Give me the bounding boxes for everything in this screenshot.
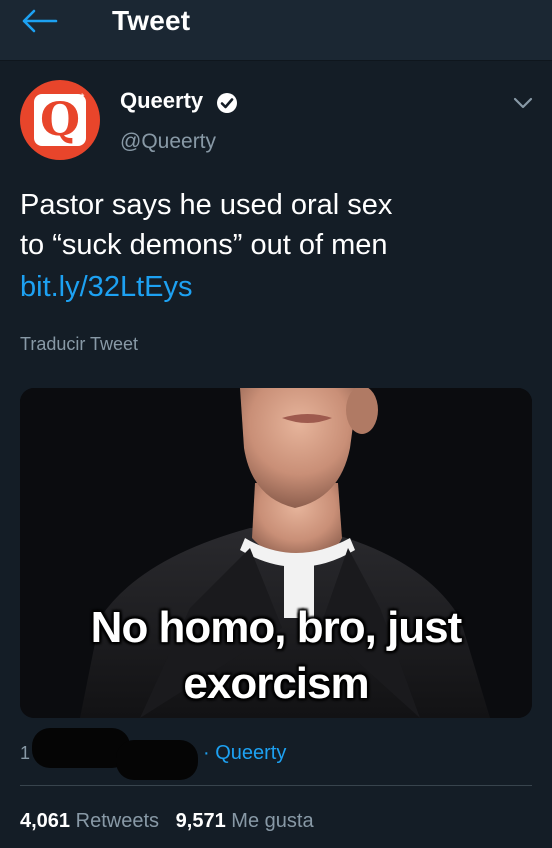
avatar[interactable]: Q *	[20, 80, 100, 160]
caption-line: exorcism	[183, 659, 369, 708]
tweet-meta: 1 · Queerty	[20, 728, 540, 780]
top-bar: Tweet	[0, 0, 552, 61]
avatar-logo-letter: Q	[39, 92, 81, 146]
translate-tweet-link[interactable]: Traducir Tweet	[20, 334, 138, 355]
retweets-stat[interactable]: 4,061 Retweets	[20, 810, 159, 832]
retweets-label: Retweets	[75, 810, 159, 832]
tweet-link[interactable]: bit.ly/32LtEys	[20, 267, 192, 307]
more-options-button[interactable]	[510, 92, 536, 114]
media-caption: No homo, bro, just exorcism	[20, 600, 532, 712]
page-title: Tweet	[112, 5, 191, 36]
arrow-left-icon	[22, 9, 58, 33]
tweet-text: Pastor says he used oral sex to “suck de…	[20, 185, 520, 265]
likes-label: Me gusta	[231, 810, 314, 832]
tweet-stats: 4,061 Retweets 9,571 Me gusta	[20, 810, 314, 833]
avatar-logo-mark: *	[80, 92, 85, 104]
likes-stat[interactable]: 9,571 Me gusta	[176, 810, 314, 832]
tweet-text-line: to “suck demons” out of men	[20, 229, 388, 261]
divider	[20, 785, 532, 786]
tweet-source[interactable]: · Queerty	[203, 742, 286, 765]
redacted-date	[116, 740, 198, 780]
retweets-count: 4,061	[20, 810, 71, 832]
timestamp-fragment: 1	[20, 743, 31, 763]
author-handle[interactable]: @Queerty	[120, 130, 216, 154]
verified-badge-icon	[217, 93, 237, 113]
tweet-text-line: Pastor says he used oral sex	[20, 189, 393, 221]
chevron-down-icon	[513, 97, 533, 109]
back-button[interactable]	[20, 8, 60, 34]
likes-count: 9,571	[175, 810, 226, 832]
tweet-media-image[interactable]: No homo, bro, just exorcism	[20, 388, 532, 718]
caption-line: No homo, bro, just	[90, 603, 463, 652]
author-display-name[interactable]: Queerty	[120, 88, 203, 114]
